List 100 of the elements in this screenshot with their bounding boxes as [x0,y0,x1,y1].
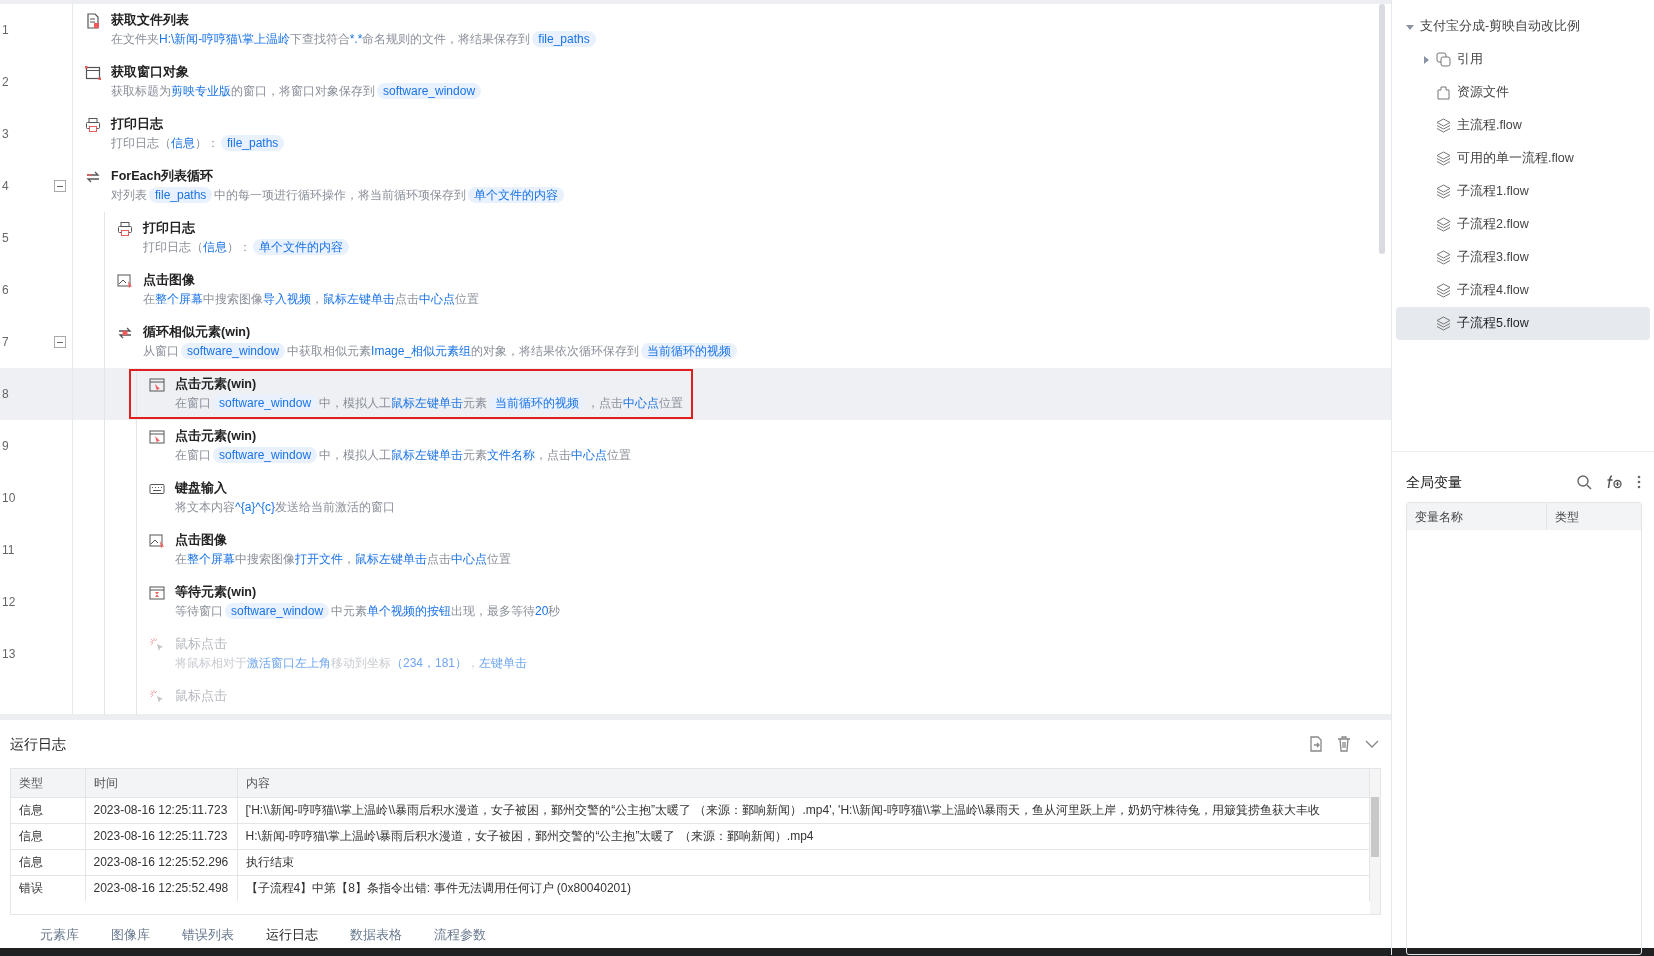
step-title: 鼠标点击 [175,636,228,653]
loop-icon [117,325,133,341]
table-cell: 【子流程4】中第【8】条指令出错: 事件无法调用任何订户 (0x80040201) [237,875,1370,901]
table-cell: 错误 [11,875,85,901]
table-cell: 信息 [11,797,85,823]
flow-step[interactable]: 点击图像 在整个屏幕中搜索图像导入视频，鼠标左键单击点击中心点位置 [105,267,487,313]
tree-item[interactable]: 子流程1.flow [1396,175,1650,208]
step-title: 键盘输入 [175,480,228,497]
step-description: 将文本内容^{a}^{c}发送给当前激活的窗口 [175,499,395,516]
layers-icon [1436,184,1451,199]
scrollbar[interactable] [1379,4,1385,254]
flow-step[interactable]: 获取文件列表 在文件夹H:\新闻-哼哼猫\掌上温岭下查找符合*.*命名规则的文件，将结果保存到 file_paths [73,7,606,53]
caret-down-icon[interactable] [1406,22,1414,31]
loop-icon [85,169,101,185]
element-click-icon [149,429,165,445]
line-number: 3 [2,126,9,143]
tree-item[interactable]: 子流程2.flow [1396,208,1650,241]
step-description: 对列表 file_paths 中的每一项进行循环操作，将当前循环项保存到 单个文件的内容 [111,185,567,205]
step-description: 打印日志（信息）： file_paths [111,133,287,153]
step-description: 从窗口 software_window 中获取相似元素Image_相似元素组的对象，将结果依次循环保存到 当前循环的视频 [143,341,740,361]
panel-title: 运行日志 [10,734,66,754]
line-number: 5 [2,230,9,247]
layers-icon [1436,151,1451,166]
collapse-button[interactable] [54,336,66,348]
table-cell: H:\新闻-哼哼猫\掌上温岭\暴雨后积水漫道，女子被困，鄞州交警的“公主抱”太暖了 （来源：鄞响新闻）.mp4 [237,823,1370,849]
step-title: 打印日志 [143,220,196,237]
layers-icon [1436,217,1451,232]
tree-item[interactable]: 引用 [1396,43,1650,76]
tab[interactable]: 流程参数 [418,915,502,955]
window-icon [85,65,101,81]
column-header: 变量名称 [1407,503,1547,530]
more-icon[interactable] [1636,474,1642,490]
tree-item[interactable]: 资源文件 [1396,76,1650,109]
flow-step[interactable]: 获取窗口对象 获取标题为剪映专业版的窗口，将窗口对象保存到 software_window [73,59,492,105]
step-description: 在窗口 software_window 中，模拟人工鼠标左键单击元素文件名称，点击中心点位置 [175,446,632,465]
table-cell: 2023-08-16 12:25:11.723 [85,823,237,849]
flow-step[interactable]: 点击图像 在整个屏幕中搜索图像打开文件，鼠标左键单击点击中心点位置 [137,527,519,573]
image-click-icon [117,273,133,289]
tab[interactable]: 运行日志 [250,915,334,955]
step-description: 在文件夹H:\新闻-哼哼猫\掌上温岭下查找符合*.*命名规则的文件，将结果保存到 file_paths [111,29,598,49]
line-number: 10 [2,490,16,507]
collapse-button[interactable] [54,180,66,192]
line-number: 7 [2,334,9,351]
step-title: 鼠标点击 [175,688,227,705]
tree-item[interactable]: 可用的单一流程.flow [1396,142,1650,175]
panel-title: 全局变量 [1406,472,1462,492]
step-title: 点击元素(win) [175,376,258,393]
layers-icon [1436,283,1451,298]
step-title: 循环相似元素(win) [143,324,252,341]
tab[interactable]: 元素库 [24,915,95,955]
line-number: 11 [2,542,15,559]
file-icon [85,13,101,29]
function-add-icon[interactable] [1605,474,1623,490]
flow-step[interactable]: 等待元素(win) 等待窗口 software_window 中元素单个视频的按钮出现，最多等待20秒 [137,579,569,625]
flow-step[interactable]: 打印日志 打印日志（信息）： 单个文件的内容 [105,215,359,261]
table-cell: 信息 [11,823,85,849]
tree-item[interactable]: 支付宝分成-剪映自动改比例 [1396,10,1650,43]
table-cell: 执行结束 [237,849,1370,875]
layers-icon [1436,250,1451,265]
flow-step[interactable]: 点击元素(win) 在窗口 software_window 中，模拟人工鼠标左键单击元素文件名称，点击中心点位置 [137,423,640,469]
line-number: 6 [2,282,9,299]
step-title: 点击图像 [175,532,228,549]
printer-icon [117,221,133,237]
column-header: 时间 [85,769,237,797]
scrollbar[interactable] [1370,769,1380,914]
export-icon[interactable] [1307,735,1325,753]
tree-item[interactable]: 子流程4.flow [1396,274,1650,307]
table-cell: 2023-08-16 12:25:52.296 [85,849,237,875]
tab[interactable]: 错误列表 [166,915,250,955]
tree-item[interactable]: 子流程3.flow [1396,241,1650,274]
trash-icon[interactable] [1335,735,1353,753]
keyboard-icon [149,481,165,497]
line-number: 12 [2,594,16,611]
step-title: ForEach列表循环 [111,168,214,185]
table-cell: 2023-08-16 12:25:11.723 [85,797,237,823]
step-description: 在整个屏幕中搜索图像导入视频，鼠标左键单击点击中心点位置 [143,291,479,308]
tab[interactable]: 图像库 [95,915,166,955]
hourglass-window-icon [149,585,165,601]
line-number: 1 [2,22,9,39]
layers-icon [1436,316,1451,331]
table-cell: ['H:\\新闻-哼哼猫\\掌上温岭\\暴雨后积水漫道，女子被困，鄞州交警的“公主抱”太暖了 （来源：鄞响新闻）.mp4', 'H:\\新闻-哼哼猫\\掌上温岭\\暴雨天，鱼从河里跃上岸，奶奶守株待兔，用簸箕捞鱼获大丰收 [237,797,1370,823]
column-header: 类型 [1554,508,1580,526]
flow-step[interactable]: 循环相似元素(win) 从窗口 software_window 中获取相似元素Image_相似元素组的对象，将结果依次循环保存到 当前循环的视频 [105,319,748,365]
tab[interactable]: 数据表格 [334,915,418,955]
flow-step[interactable]: 键盘输入 将文本内容^{a}^{c}发送给当前激活的窗口 [137,475,403,521]
tree-item[interactable]: 主流程.flow [1396,109,1650,142]
tree-item[interactable]: 子流程5.flow [1396,307,1650,340]
flow-step[interactable]: ForEach列表循环 对列表 file_paths 中的每一项进行循环操作，将当前循环项保存到 单个文件的内容 [73,163,575,209]
flow-step[interactable]: 打印日志 打印日志（信息）： file_paths [73,111,295,157]
step-description: 等待窗口 software_window 中元素单个视频的按钮出现，最多等待20秒 [175,602,561,621]
layers-icon [1436,118,1451,133]
step-title: 点击元素(win) [175,428,258,445]
search-icon[interactable] [1576,474,1592,490]
table-cell: 信息 [11,849,85,875]
line-number: 2 [2,74,9,91]
caret-right-icon[interactable] [1422,55,1430,64]
step-description: 在整个屏幕中搜索图像打开文件，鼠标左键单击点击中心点位置 [175,551,511,568]
line-number: 9 [2,438,9,455]
step-title: 获取文件列表 [111,12,190,29]
flow-step[interactable]: 点击元素(win) 在窗口 software_window 中，模拟人工鼠标左键单击元素 当前循环的视频 ，点击中心点位置 [131,371,692,417]
